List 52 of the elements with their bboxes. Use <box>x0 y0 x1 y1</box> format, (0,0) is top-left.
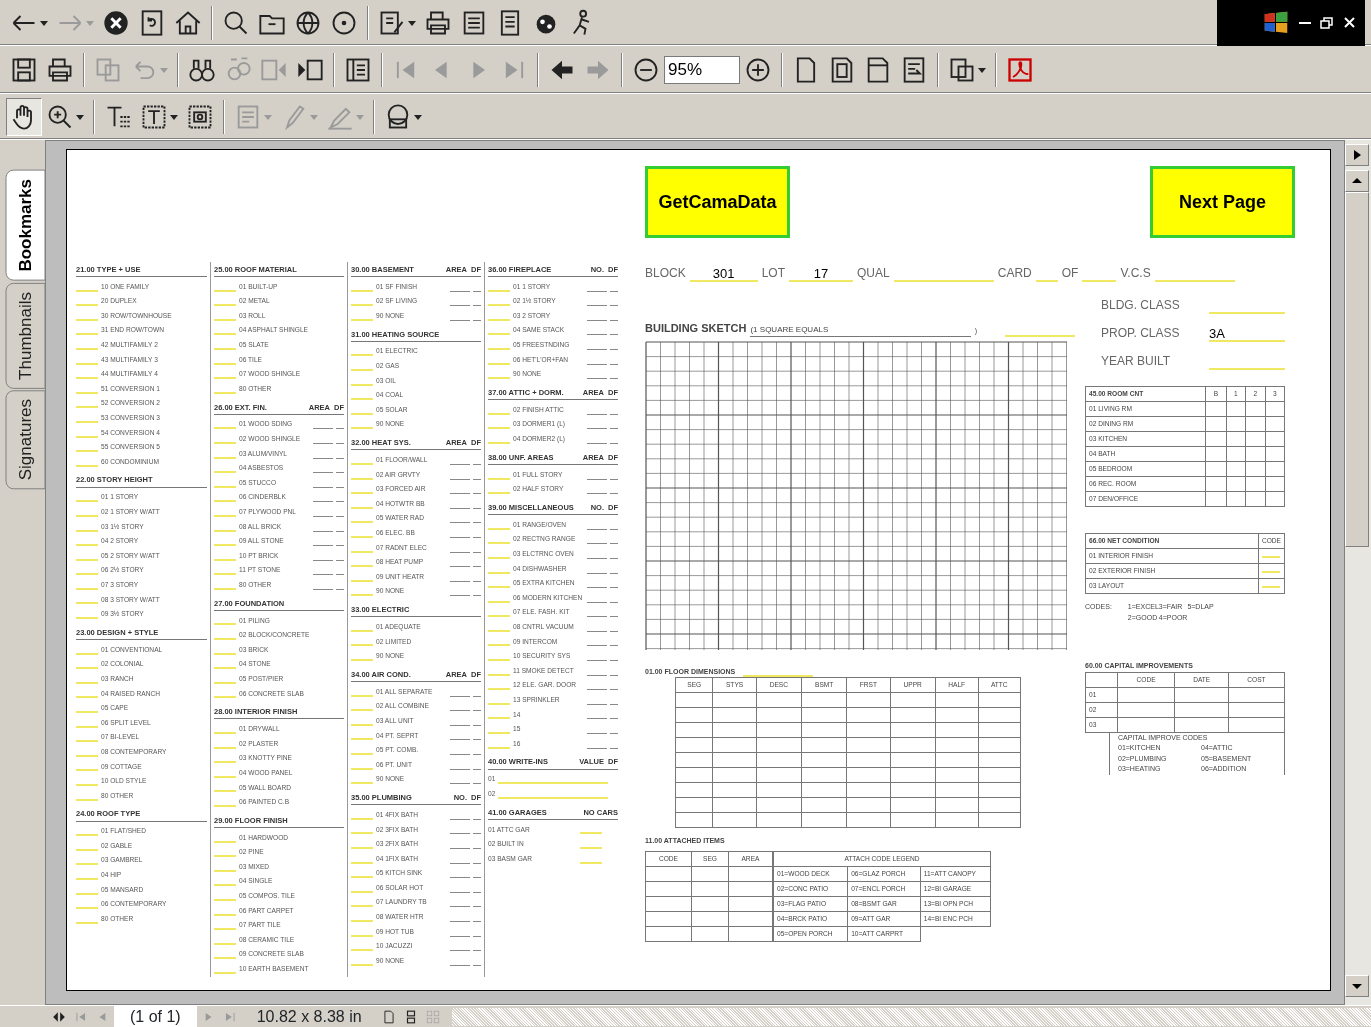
facing-pages-icon <box>425 1009 440 1024</box>
side-tab[interactable]: Bookmarks <box>5 170 45 281</box>
minimize-icon <box>1299 20 1311 25</box>
form-button[interactable]: Next Page <box>1150 166 1295 238</box>
section-heading: BUILDING SKETCH <box>645 321 747 336</box>
page-size-label: 10.82 x 8.38 in <box>255 1006 363 1027</box>
scrollbar-thumb[interactable] <box>1345 192 1369 547</box>
field-label: OF <box>1061 265 1079 282</box>
dropdown-caret-icon <box>160 65 168 74</box>
field-label: YEAR BUILT <box>1101 353 1171 370</box>
field-label: BLDG. CLASS <box>1101 297 1180 314</box>
minimize-button[interactable] <box>1299 20 1311 25</box>
page-number-field[interactable]: (1 of 1) <box>114 1004 197 1027</box>
restore-button[interactable] <box>1319 15 1334 30</box>
horizontal-scrollbar[interactable] <box>451 1007 1371 1026</box>
triangle-right-icon <box>1352 150 1362 160</box>
dropdown-caret-icon <box>40 18 48 27</box>
scroll-down-button[interactable] <box>1345 975 1369 997</box>
stop-icon <box>102 8 130 37</box>
side-tab[interactable]: Thumbnails <box>5 282 45 389</box>
dropdown-caret-icon <box>310 112 318 121</box>
field-label: BLOCK <box>645 265 686 282</box>
field-label: QUAL <box>857 265 890 282</box>
restore-icon <box>1319 15 1334 30</box>
field-label: LOT <box>761 265 786 282</box>
dropdown-caret-icon <box>408 18 416 27</box>
field-label: CARD <box>997 265 1032 282</box>
close-icon <box>1342 15 1357 30</box>
dropdown-caret-icon <box>414 112 422 121</box>
fill-in-line[interactable]: 301 <box>689 268 758 282</box>
hand-button[interactable] <box>6 97 42 136</box>
sketch-scale-label: (1 SQUARE EQUALS <box>750 323 971 337</box>
dropdown-caret-icon <box>356 112 364 121</box>
side-tab[interactable]: Signatures <box>5 390 45 490</box>
close-button[interactable] <box>1342 15 1357 30</box>
fill-in-line[interactable]: 3A <box>1209 328 1285 342</box>
form-button[interactable]: GetCamaData <box>645 166 790 238</box>
dropdown-caret-icon <box>86 18 94 27</box>
dropdown-caret-icon <box>264 112 272 121</box>
scroll-up-button[interactable] <box>1345 170 1369 192</box>
expand-button[interactable] <box>1345 144 1369 166</box>
zoom-field[interactable]: 95% <box>664 55 740 84</box>
pdf-file-icon <box>1006 55 1034 84</box>
dropdown-caret-icon <box>978 65 986 74</box>
field-label: PROP. CLASS <box>1101 325 1180 342</box>
arrow-down-icon <box>1352 981 1362 991</box>
dropdown-caret-icon <box>170 112 178 121</box>
arrow-up-icon <box>1352 176 1362 186</box>
page-icon <box>381 1009 396 1024</box>
dropdown-caret-icon <box>76 112 84 121</box>
field-label: V.C.S <box>1120 265 1151 282</box>
fill-in-line[interactable]: 17 <box>789 268 854 282</box>
